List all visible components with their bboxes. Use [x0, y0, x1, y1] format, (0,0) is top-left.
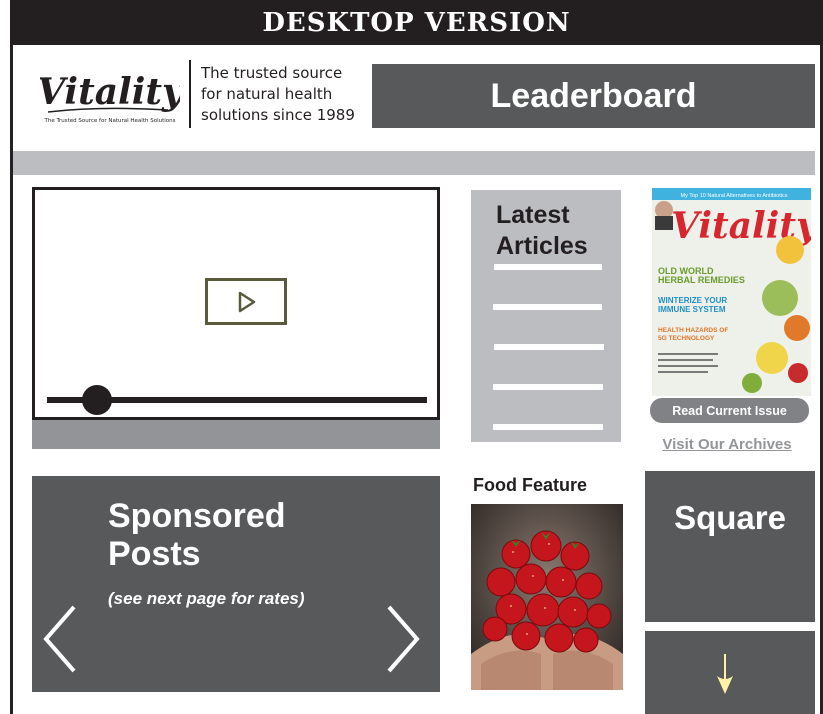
leaderboard-label: Leaderboard	[490, 76, 697, 115]
cover-line: HERBAL REMEDIES	[658, 275, 745, 285]
cover-line: IMMUNE SYSTEM	[658, 305, 726, 314]
article-link-placeholder[interactable]	[493, 304, 602, 310]
logo-subtext: The Trusted Source for Natural Health So…	[44, 118, 176, 124]
cover-header: My Top 10 Natural Alternatives to Antibi…	[681, 193, 788, 199]
logo-divider	[189, 60, 191, 128]
version-title: DESKTOP VERSION	[262, 7, 571, 38]
square-ad[interactable]: Square	[645, 471, 815, 622]
brand-tagline: The trusted source for natural health so…	[201, 63, 366, 126]
food-feature-image[interactable]	[471, 504, 623, 690]
cover-line: 5G TECHNOLOGY	[658, 335, 715, 342]
carousel-next-button[interactable]	[385, 605, 421, 677]
latest-title-line: Latest	[496, 201, 570, 229]
square-ad-label: Square	[674, 499, 786, 536]
visit-archives-link[interactable]: Visit Our Archives	[652, 436, 802, 453]
sponsored-title-line: Posts	[108, 535, 201, 573]
frame-left-border	[10, 0, 13, 714]
read-current-issue-label: Read Current Issue	[672, 403, 787, 418]
sponsored-title-line: Sponsored	[108, 497, 286, 535]
article-link-placeholder[interactable]	[494, 344, 604, 350]
chevron-right-icon	[387, 605, 420, 673]
chevron-left-icon	[43, 605, 76, 673]
tagline-line: for natural health	[201, 85, 333, 103]
video-caption-bar	[32, 420, 440, 449]
latest-articles-title: Latest Articles	[496, 200, 588, 262]
video-player[interactable]	[32, 187, 440, 420]
article-link-placeholder[interactable]	[494, 264, 602, 270]
magazine-cover[interactable]: My Top 10 Natural Alternatives to Antibi…	[652, 188, 811, 396]
cover-line: WINTERIZE YOUR	[658, 296, 727, 305]
leaderboard-ad[interactable]: Leaderboard	[372, 64, 815, 128]
scroll-down-indicator	[715, 652, 735, 700]
play-button[interactable]	[205, 278, 287, 325]
strawberries-photo	[471, 504, 623, 690]
video-progress-knob[interactable]	[82, 385, 112, 415]
carousel-prev-button[interactable]	[42, 605, 78, 677]
logo-wordmark: Vitality	[40, 71, 180, 113]
arrow-down-icon	[717, 654, 733, 694]
play-icon	[238, 291, 256, 312]
tagline-line: solutions since 1989	[201, 106, 355, 124]
vitality-logo[interactable]: Vitality The Trusted Source for Natural …	[37, 62, 185, 132]
navigation-bar[interactable]	[13, 151, 815, 175]
article-link-placeholder[interactable]	[493, 424, 603, 430]
version-header: DESKTOP VERSION	[10, 0, 823, 45]
latest-title-line: Articles	[496, 232, 588, 260]
cover-line: HEALTH HAZARDS OF	[658, 327, 728, 334]
read-current-issue-button[interactable]: Read Current Issue	[650, 398, 809, 423]
sponsored-posts-title: Sponsored Posts	[108, 497, 286, 573]
tagline-line: The trusted source	[201, 64, 343, 82]
sponsored-posts-subtitle: (see next page for rates)	[108, 589, 305, 608]
vitality-logo-graphic: Vitality The Trusted Source for Natural …	[37, 71, 185, 124]
food-feature-title: Food Feature	[473, 475, 588, 495]
article-link-placeholder[interactable]	[493, 384, 603, 390]
magazine-cover-art: My Top 10 Natural Alternatives to Antibi…	[652, 188, 811, 393]
